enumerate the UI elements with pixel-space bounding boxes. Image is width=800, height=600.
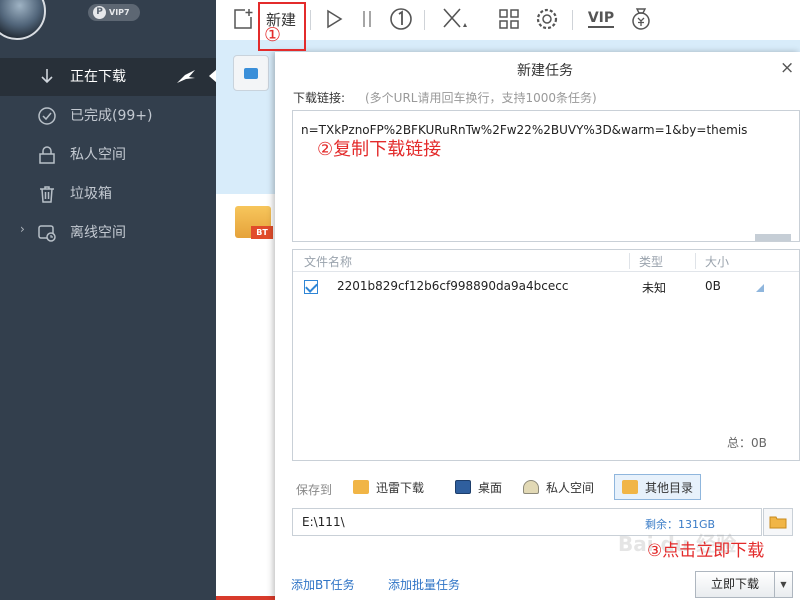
column-divider [695, 253, 696, 269]
horizontal-scrollbar[interactable] [755, 234, 791, 241]
vip-letter: P [93, 6, 106, 19]
dest-label: 迅雷下载 [376, 480, 425, 495]
new-task-button[interactable] [230, 5, 256, 33]
toolbar-divider [572, 10, 573, 30]
sidebar-item-label: 垃圾箱 [70, 186, 112, 202]
pause-icon [363, 11, 371, 27]
swallow-icon [177, 70, 195, 83]
chevron-down-icon[interactable]: ▼ [775, 571, 793, 598]
file-icon [233, 55, 269, 91]
sidebar-item-private-space[interactable]: 私人空间 [0, 136, 216, 174]
check-circle-icon [38, 107, 56, 125]
grid-button[interactable] [494, 5, 524, 33]
cloud-offline-icon [38, 225, 56, 242]
dest-private-space[interactable]: 私人空间 [523, 474, 594, 500]
delete-button[interactable] [438, 5, 472, 33]
dest-desktop[interactable]: 桌面 [455, 474, 502, 500]
vip-badge[interactable]: P VIP7 [88, 4, 140, 21]
sidebar-item-completed[interactable]: 已完成(99+) [0, 97, 216, 135]
add-batch-task-link[interactable]: 添加批量任务 [388, 576, 460, 593]
folder-thunder-icon [353, 480, 369, 494]
speed-limit-button[interactable] [386, 5, 416, 33]
file-list-panel: 文件名称 类型 大小 2201b829cf12b6cf998890da9a4bc… [292, 249, 800, 461]
column-size[interactable]: 大小 [705, 253, 729, 270]
folder-other-icon [622, 480, 638, 494]
table-row[interactable]: 2201b829cf12b6cf998890da9a4bcecc 未知 0B [293, 276, 799, 300]
speed-limit-icon [390, 8, 412, 30]
trash-icon [40, 186, 54, 203]
sidebar-item-downloading[interactable]: 正在下载 [0, 58, 216, 96]
settings-button[interactable] [532, 5, 562, 33]
wallet-button[interactable] [626, 5, 656, 33]
sidebar-item-trash[interactable]: 垃圾箱 [0, 175, 216, 213]
new-task-icon [234, 9, 253, 29]
grid-icon [499, 9, 519, 29]
sidebar-item-offline-space[interactable]: 离线空间 [0, 214, 216, 252]
delete-icon [443, 8, 467, 28]
bt-tag: BT [251, 226, 273, 239]
folder-icon [769, 516, 787, 529]
sidebar: P VIP7 正在下载 已完成(99+) 私人空间 垃圾箱 › 离线空间 [0, 0, 217, 600]
dest-other-directory[interactable]: 其他目录 [614, 474, 702, 500]
file-size: 0B [705, 279, 721, 293]
add-bt-task-link[interactable]: 添加BT任务 [291, 576, 355, 593]
dest-label: 其他目录 [645, 480, 694, 495]
sidebar-item-label: 私人空间 [70, 147, 126, 163]
link-hint: (多个URL请用回车换行，支持1000条任务) [365, 91, 597, 105]
file-checkbox[interactable] [304, 280, 318, 294]
save-path-value: E:\111\ [302, 515, 345, 529]
close-icon[interactable]: × [780, 58, 794, 78]
step3-annotation: ③点击立即下载 [647, 541, 765, 561]
start-button[interactable] [320, 5, 348, 33]
file-list-header: 文件名称 类型 大小 [293, 250, 799, 272]
pause-button[interactable] [356, 5, 378, 33]
settings-icon [536, 8, 558, 30]
avatar[interactable] [0, 0, 46, 40]
start-icon [327, 9, 343, 29]
column-type[interactable]: 类型 [639, 253, 663, 270]
desktop-icon [455, 480, 471, 494]
toolbar-divider [424, 10, 425, 30]
download-arrow-icon [41, 69, 53, 84]
toolbar-divider [310, 10, 311, 30]
dialog-title: 新建任务 [517, 63, 573, 79]
sidebar-item-label: 离线空间 [70, 225, 126, 241]
sidebar-item-label: 正在下载 [70, 69, 126, 85]
dest-label: 桌面 [478, 480, 503, 495]
sidebar-item-label: 已完成(99+) [70, 108, 153, 124]
file-type: 未知 [642, 281, 667, 295]
step2-annotation: ②复制下载链接 [317, 139, 442, 160]
private-space-icon [523, 480, 539, 494]
column-divider [629, 253, 630, 269]
save-to-label: 保存到 [296, 483, 333, 497]
vip-level: VIP7 [109, 8, 130, 17]
column-name[interactable]: 文件名称 [304, 253, 352, 270]
total-size: 总：0B [727, 436, 767, 450]
vip-icon: VIP [587, 10, 615, 28]
vip-button[interactable]: VIP [584, 5, 618, 33]
file-name: 2201b829cf12b6cf998890da9a4bcecc [337, 279, 569, 293]
download-now-button[interactable]: 立即下载 [695, 571, 775, 598]
step1-marker: ① [264, 24, 282, 46]
active-indicator [216, 596, 276, 600]
dest-label: 私人空间 [546, 480, 595, 495]
wallet-icon [632, 8, 650, 30]
dest-thunder-download[interactable]: 迅雷下载 [353, 474, 424, 500]
resize-corner-icon [756, 284, 764, 292]
link-textarea[interactable]: n=TXkPznoFP%2BFKURuRnTw%2Fw22%2BUVY%3D&w… [292, 110, 800, 242]
link-label: 下载链接: [293, 91, 346, 105]
lock-icon [39, 146, 55, 164]
